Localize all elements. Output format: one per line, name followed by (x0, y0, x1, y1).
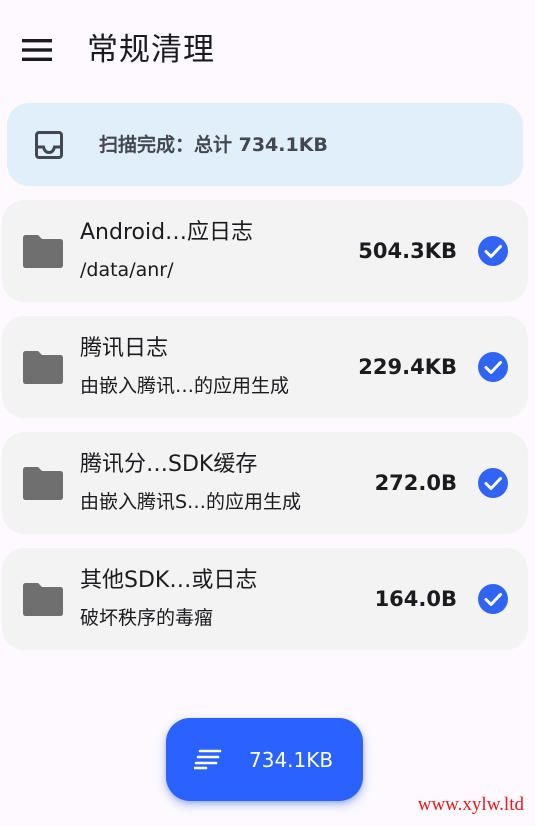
scan-summary-text: 扫描完成：总计 734.1KB (99, 134, 328, 156)
list-item[interactable]: 其他SDK…或日志 破坏秩序的毒瘤 164.0B (2, 548, 528, 650)
check-circle-icon[interactable] (478, 352, 508, 382)
list-item[interactable]: 腾讯分…SDK缓存 由嵌入腾讯S…的应用生成 272.0B (2, 432, 528, 534)
scan-summary-card: 扫描完成：总计 734.1KB (7, 103, 523, 186)
folder-icon (23, 351, 63, 384)
fab-size-label: 734.1KB (249, 748, 334, 772)
item-subtitle: 由嵌入腾讯S…的应用生成 (80, 491, 302, 513)
item-name: 其他SDK…或日志 (80, 568, 258, 593)
item-name: 腾讯分…SDK缓存 (80, 452, 258, 477)
item-subtitle: 破坏秩序的毒瘤 (80, 607, 214, 629)
folder-icon (23, 583, 63, 616)
check-circle-icon[interactable] (478, 236, 508, 266)
check-circle-icon[interactable] (478, 584, 508, 614)
check-circle-icon[interactable] (478, 468, 508, 498)
item-size: 504.3KB (358, 239, 457, 263)
item-subtitle: /data/anr/ (80, 259, 174, 281)
item-size: 164.0B (374, 587, 457, 611)
menu-icon (22, 39, 52, 61)
top-app-bar: 常规清理 (0, 0, 535, 100)
list-item[interactable]: 腾讯日志 由嵌入腾讯…的应用生成 229.4KB (2, 316, 528, 418)
list-item[interactable]: Android…应日志 /data/anr/ 504.3KB (2, 200, 528, 302)
folder-icon (23, 235, 63, 268)
watermark-text: www.xylw.ltd (417, 794, 524, 815)
page-title: 常规清理 (87, 32, 215, 68)
item-name: Android…应日志 (80, 220, 254, 245)
menu-button[interactable] (14, 27, 60, 73)
item-subtitle: 由嵌入腾讯…的应用生成 (80, 375, 290, 397)
inbox-tray-icon (35, 131, 63, 159)
item-size: 272.0B (374, 471, 457, 495)
clean-fab-button[interactable]: 734.1KB (166, 718, 363, 801)
clean-sweep-icon (194, 749, 222, 770)
item-size: 229.4KB (358, 355, 457, 379)
item-name: 腾讯日志 (80, 336, 169, 361)
folder-icon (23, 467, 63, 500)
